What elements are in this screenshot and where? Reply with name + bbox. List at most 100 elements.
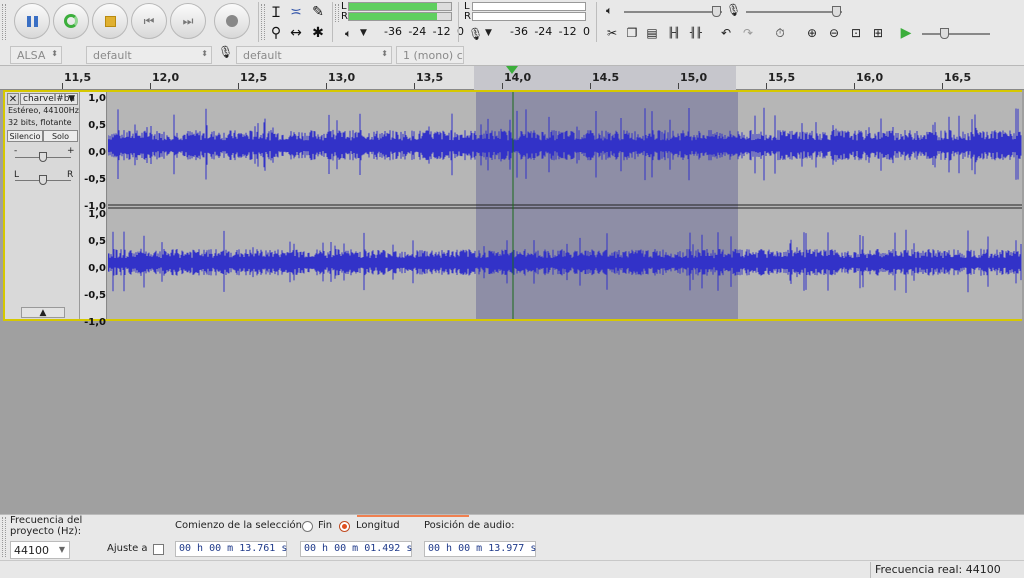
draw-tool-icon[interactable]: ✎ (308, 2, 328, 22)
track-name-menu[interactable]: charvel#ba ▼ (20, 93, 78, 105)
end-radio[interactable] (302, 521, 313, 532)
gain-plus-label: + (67, 146, 75, 156)
toolbar-grip[interactable] (2, 4, 6, 40)
playback-device-select[interactable]: default ⬍ (86, 46, 212, 64)
amplitude-label: 0,5 (88, 236, 106, 247)
play-meter-right-label: R (464, 11, 471, 22)
toolbar-area: ⏮ ⏭ Ｉ ≍ ✎ ⚲ ↔ ✱ L R 🔈︎ ▼ -36 -24 -12 0 L R … (0, 0, 1024, 66)
timeshift-tool-icon[interactable]: ↔ (286, 23, 306, 43)
amplitude-label: -0,5 (84, 290, 106, 301)
ruler-label: 13,0 (328, 71, 356, 84)
play-head-marker[interactable] (506, 66, 518, 74)
project-rate-label: Frecuencia del (10, 515, 83, 526)
selection-tool-icon[interactable]: Ｉ (266, 2, 286, 22)
speaker-icon[interactable]: 🔈︎ (345, 27, 359, 41)
microphone-icon[interactable]: 🎙︎ (468, 27, 483, 41)
gain-slider[interactable] (15, 152, 71, 162)
envelope-tool-icon[interactable]: ≍ (286, 2, 306, 22)
sync-lock-icon[interactable]: ⏱ (770, 23, 790, 43)
input-volume-slider[interactable] (746, 6, 842, 17)
project-rate-select[interactable]: 44100 ▼ (10, 541, 70, 559)
play-meter-scale: -36 -24 -12 0 (510, 25, 590, 38)
pause-button[interactable] (14, 3, 50, 39)
ruler-label: 14.5 (592, 71, 620, 84)
focus-indicator (357, 515, 469, 517)
toolbar-grip[interactable] (261, 4, 265, 40)
toolbar-grip[interactable] (335, 4, 339, 22)
amplitude-label: 1,0 (88, 93, 106, 104)
undo-icon[interactable]: ↶ (716, 23, 736, 43)
amplitude-label: 0,0 (88, 263, 106, 274)
rec-meter-scale: -36 -24 -12 0 (384, 25, 464, 38)
silence-icon[interactable]: ╢╟ (686, 23, 706, 43)
audio-track[interactable]: ✕ charvel#ba ▼ Estéreo, 44100Hz 32 bits, … (3, 90, 1022, 328)
length-radio[interactable] (339, 521, 350, 532)
fit-project-icon[interactable]: ⊞ (868, 23, 888, 43)
project-rate-label-2: proyecto (Hz): (10, 526, 82, 537)
zoom-in-icon[interactable]: ⊕ (802, 23, 822, 43)
skip-end-icon: ⏭ (182, 13, 194, 28)
audio-position-field[interactable]: 00 h 00 m 13.977 s (424, 541, 536, 557)
snap-to-checkbox[interactable] (153, 544, 164, 555)
cut-icon[interactable]: ✂ (602, 23, 622, 43)
track-bitdepth-info: 32 bits, flotante (8, 118, 72, 127)
output-volume-icon: 🔈︎ (606, 4, 613, 17)
play-meter-left[interactable] (472, 2, 586, 11)
trim-icon[interactable]: ╟╢ (664, 23, 684, 43)
solo-button[interactable]: Solo (43, 130, 78, 142)
loop-icon (64, 14, 78, 28)
play-speed-slider[interactable] (922, 28, 990, 39)
play-meter-menu-icon[interactable]: ▼ (485, 28, 492, 38)
rec-meter-right[interactable] (348, 12, 452, 21)
amplitude-label: 1,0 (88, 209, 106, 220)
audio-host-select[interactable]: ALSA ⬍ (10, 46, 62, 64)
selection-length-field[interactable]: 00 h 00 m 01.492 s (300, 541, 412, 557)
skip-to-end-button[interactable]: ⏭ (170, 3, 206, 39)
audio-position-label: Posición de audio: (424, 520, 515, 531)
collapse-track-icon[interactable]: ▲ (21, 307, 65, 318)
stop-icon (104, 15, 116, 27)
ruler-label: 15,0 (680, 71, 708, 84)
amplitude-label: 0,5 (88, 120, 106, 131)
stop-button[interactable] (92, 3, 128, 39)
pan-left-label: L (14, 170, 20, 180)
ruler-label: 12,5 (240, 71, 268, 84)
selection-start-field[interactable]: 00 h 00 m 13.761 s (175, 541, 287, 557)
skip-start-icon: ⏮ (143, 13, 155, 28)
play-at-speed-icon[interactable]: ▶ (896, 23, 916, 43)
output-volume-slider[interactable] (624, 6, 722, 17)
recording-device-select[interactable]: default ⬍ (236, 46, 392, 64)
multi-tool-icon[interactable]: ✱ (308, 23, 328, 43)
paste-icon[interactable]: ▤ (642, 23, 662, 43)
copy-icon[interactable]: ❐ (622, 23, 642, 43)
mute-button[interactable]: Silencio (7, 130, 43, 142)
waveform-area[interactable] (108, 92, 1022, 319)
fit-selection-icon[interactable]: ⊡ (846, 23, 866, 43)
skip-to-start-button[interactable]: ⏮ (131, 3, 167, 39)
ruler-label: 15,5 (768, 71, 796, 84)
pause-icon (26, 15, 38, 27)
zoom-out-icon[interactable]: ⊖ (824, 23, 844, 43)
rec-meter-menu-icon[interactable]: ▼ (360, 28, 367, 38)
ruler-label: 13,5 (416, 71, 444, 84)
ruler-label: 16,5 (944, 71, 972, 84)
record-icon (226, 15, 238, 27)
timeline-ruler[interactable]: 11,5 12,0 12,5 13,0 13,5 14,0 14.5 15,0 15,5 16,0… (0, 66, 1024, 90)
ruler-label: 12,0 (152, 71, 180, 84)
play-meter-right[interactable] (472, 12, 586, 21)
close-track-icon[interactable]: ✕ (7, 93, 19, 105)
redo-icon[interactable]: ↷ (738, 23, 758, 43)
channels-select[interactable]: 1 (mono) ca (396, 46, 464, 64)
amplitude-label: -1,0 (84, 317, 106, 328)
zoom-tool-icon[interactable]: ⚲ (266, 23, 286, 43)
play-button[interactable] (53, 3, 89, 39)
ruler-label: 16,0 (856, 71, 884, 84)
meter-scale-tick: -12 (432, 25, 451, 38)
toolbar-grip[interactable] (2, 517, 6, 557)
waveform-svg (108, 92, 1022, 319)
input-volume-icon: 🎙︎ (726, 3, 742, 17)
record-button[interactable] (214, 3, 250, 39)
meter-scale-tick: -24 (534, 25, 553, 38)
pan-slider[interactable] (15, 175, 71, 185)
rec-meter-left[interactable] (348, 2, 452, 11)
